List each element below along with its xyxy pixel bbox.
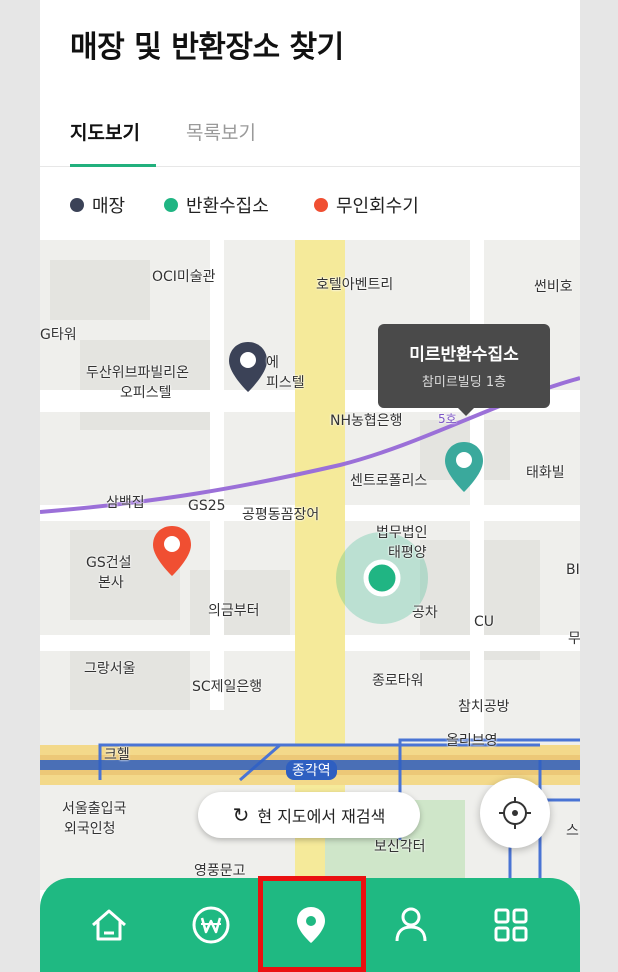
nav-home[interactable] — [84, 900, 134, 950]
active-tab-indicator — [70, 164, 156, 167]
collection-dot-icon — [164, 198, 178, 212]
map-label: 태화빌 — [526, 465, 565, 481]
legend-store: 매장 — [70, 192, 125, 218]
map-label: 외국인청 — [64, 821, 116, 837]
map-view[interactable]: OCI미술관 호텔아벤트리 썬비호 G타워 두산위브파빌리온 오피스텔 에 피스… — [40, 240, 580, 890]
map-label: 무 — [568, 631, 580, 647]
map-label: 두산위브파빌리온 — [86, 365, 190, 381]
map-label: 의금부터 — [208, 603, 260, 619]
kiosk-dot-icon — [314, 198, 328, 212]
nav-won[interactable] — [186, 900, 236, 950]
active-nav-highlight-box — [258, 876, 366, 972]
legend-store-label: 매장 — [92, 196, 126, 217]
app-screen: 매장 및 반환장소 찾기 지도보기 목록보기 매장 반환수집소 무인회수기 OC… — [40, 0, 580, 972]
map-label: SC제일은행 — [192, 679, 263, 695]
won-icon — [192, 906, 230, 944]
view-tabs: 지도보기 목록보기 — [40, 100, 580, 167]
map-label: 종로타워 — [372, 673, 424, 689]
crosshair-icon — [499, 797, 531, 829]
map-label: 태평양 — [388, 545, 427, 561]
map-label: BI — [566, 562, 580, 578]
map-label: 보신각터 — [374, 839, 426, 855]
map-legend: 매장 반환수집소 무인회수기 — [40, 170, 580, 240]
kiosk-marker-icon[interactable] — [151, 524, 193, 578]
nav-profile[interactable] — [386, 900, 436, 950]
map-label: 그랑서울 — [84, 661, 136, 677]
subway-station-label[interactable]: 종각역 — [286, 760, 337, 780]
legend-collection: 반환수집소 — [164, 192, 269, 218]
map-label: 영풍문고 — [194, 863, 246, 879]
tooltip-subtitle: 참미르빌딩 1층 — [421, 375, 507, 390]
tab-map-view[interactable]: 지도보기 — [70, 118, 140, 145]
map-label: 센트로폴리스 — [350, 473, 428, 489]
map-label: 참치공방 — [458, 699, 510, 715]
home-icon — [92, 909, 126, 941]
user-icon — [395, 907, 427, 942]
map-label: 공평동꼼장어 — [242, 507, 320, 523]
map-label: CU — [474, 614, 495, 630]
map-label: GS건설 — [86, 555, 132, 571]
map-label: 에 — [266, 355, 279, 371]
location-tooltip[interactable]: 미르반환수집소 참미르빌딩 1층 — [378, 324, 550, 416]
map-label: 서울출입국 — [62, 801, 127, 817]
map-label: 삼백집 — [106, 495, 145, 511]
tab-list-view[interactable]: 목록보기 — [186, 118, 256, 145]
map-label: 피스텔 — [266, 375, 305, 391]
store-marker-icon[interactable] — [227, 340, 269, 394]
map-label: 썬비호 — [534, 279, 573, 295]
map-label: 올리브영 — [446, 733, 498, 749]
map-label: GS25 — [188, 498, 226, 514]
map-label: 법무법인 — [376, 525, 428, 541]
map-label: OCI미술관 — [152, 269, 216, 285]
map-label: 스 — [566, 823, 579, 839]
map-label: G타워 — [40, 327, 77, 343]
map-label: 오피스텔 — [120, 385, 172, 401]
map-label: 본사 — [98, 575, 124, 591]
legend-kiosk-label: 무인회수기 — [336, 196, 419, 217]
collection-marker-icon[interactable] — [443, 440, 485, 494]
map-label: 공차 — [412, 605, 438, 621]
map-label: NH농협은행 — [330, 413, 403, 429]
tooltip-title: 미르반환수집소 — [409, 345, 519, 365]
research-label: 현 지도에서 재검색 — [257, 807, 386, 826]
research-here-button[interactable]: ↻ 현 지도에서 재검색 — [198, 792, 420, 838]
map-label: 크헬 — [104, 747, 130, 763]
nav-menu[interactable] — [486, 900, 536, 950]
legend-kiosk: 무인회수기 — [314, 192, 419, 218]
legend-collection-label: 반환수집소 — [186, 196, 269, 217]
map-label: 호텔아벤트리 — [316, 277, 394, 293]
map-label: 5호 — [438, 412, 457, 426]
grid-icon — [494, 908, 528, 942]
my-location-button[interactable] — [480, 778, 550, 848]
page-title: 매장 및 반환장소 찾기 — [70, 30, 344, 65]
store-dot-icon — [70, 198, 84, 212]
refresh-icon: ↻ — [232, 803, 250, 827]
